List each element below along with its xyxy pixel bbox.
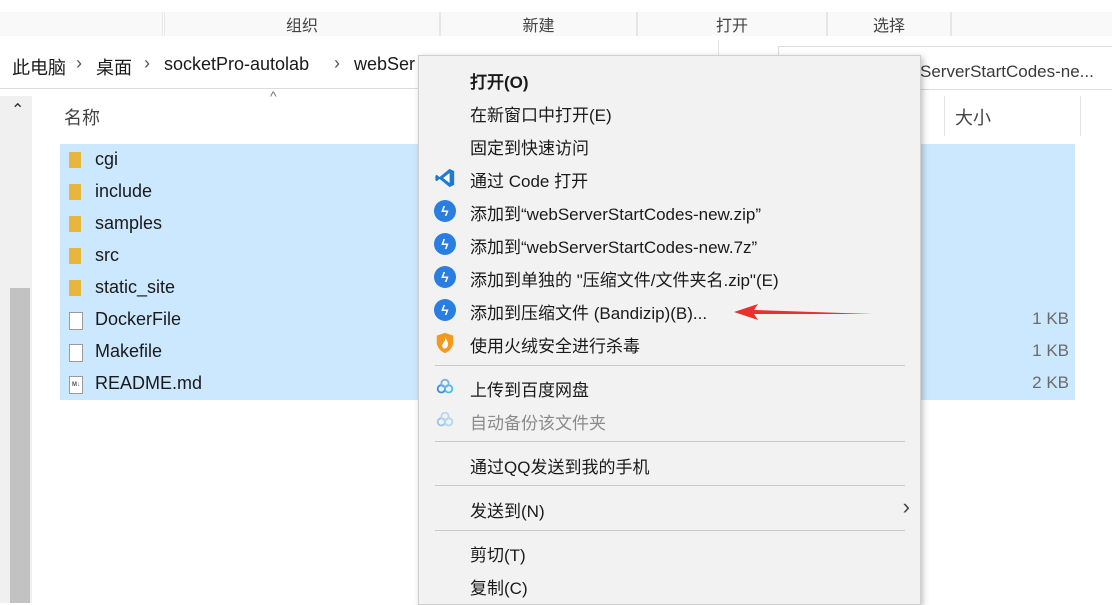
scroll-up-icon[interactable]: ⌃ [11, 100, 24, 120]
ribbon-group-open[interactable]: 打开 [637, 12, 827, 36]
breadcrumb-separator[interactable]: › [144, 53, 150, 74]
folder-icon [69, 152, 81, 168]
menu-separator [435, 485, 905, 486]
markdown-file-icon: M↓ [69, 376, 83, 394]
breadcrumb-separator[interactable]: › [334, 53, 340, 74]
menu-item-huorong-scan[interactable]: 使用火绒安全进行杀毒 [419, 326, 920, 359]
vscode-icon [435, 168, 455, 188]
bandizip-icon: ϟ [434, 266, 456, 288]
file-name: samples [95, 213, 163, 233]
menu-separator [435, 530, 905, 531]
file-name: README.md [95, 373, 203, 393]
menu-item-label: 通过 Code 打开 [470, 172, 589, 191]
menu-item-label: 自动备份该文件夹 [470, 414, 606, 433]
menu-item-label: 添加到“webServerStartCodes-new.zip” [470, 205, 761, 224]
menu-item-send-qq[interactable]: 通过QQ发送到我的手机 [419, 447, 920, 480]
menu-item-copy[interactable]: 复制(C) [419, 568, 920, 601]
menu-item-label: 固定到快速访问 [470, 139, 589, 158]
folder-icon [69, 280, 81, 296]
file-name: static_site [95, 277, 176, 297]
menu-item-label: 打开(O) [470, 73, 529, 92]
ribbon-blank [0, 12, 163, 36]
nav-pane-scrollbar[interactable]: ⌃ [0, 96, 32, 603]
menu-separator [435, 365, 905, 366]
menu-item-add-7z[interactable]: ϟ 添加到“webServerStartCodes-new.7z” [419, 227, 920, 260]
ribbon-open-label: 打开 [715, 18, 748, 35]
menu-item-send-to[interactable]: 发送到(N) › [419, 491, 920, 524]
huorong-shield-icon [436, 332, 454, 354]
file-name: src [95, 245, 119, 265]
ribbon: 组织 新建 打开 选择 [0, 0, 1112, 36]
column-divider[interactable] [944, 96, 945, 136]
search-text: ServerStartCodes-ne... [920, 62, 1094, 81]
menu-item-label: 添加到压缩文件 (Bandizip)(B)... [470, 304, 708, 323]
menu-item-label: 添加到“webServerStartCodes-new.7z” [470, 238, 758, 257]
baidu-netdisk-icon [436, 411, 454, 427]
sort-ascending-icon: ^ [270, 88, 277, 104]
menu-item-label: 上传到百度网盘 [470, 381, 589, 400]
file-icon [69, 344, 83, 362]
column-divider[interactable] [1080, 96, 1081, 136]
ribbon-organize-label: 组织 [285, 18, 318, 35]
column-header-name[interactable]: 名称 [64, 104, 100, 130]
folder-icon [69, 216, 81, 232]
file-name: Makefile [95, 341, 163, 361]
bandizip-icon: ϟ [434, 299, 456, 321]
menu-item-label: 添加到单独的 "压缩文件/文件夹名.zip"(E) [470, 271, 779, 290]
file-name: include [95, 181, 153, 201]
breadcrumb-webserver[interactable]: webSer [354, 54, 415, 75]
ribbon-group-select[interactable]: 选择 [827, 12, 951, 36]
menu-item-label: 在新窗口中打开(E) [470, 106, 612, 125]
file-size: 2 KB [1032, 373, 1069, 392]
menu-item-open[interactable]: 打开(O) [419, 62, 920, 95]
menu-item-auto-backup: 自动备份该文件夹 [419, 403, 920, 436]
file-size: 1 KB [1032, 309, 1069, 328]
baidu-netdisk-icon [436, 378, 454, 394]
file-size: 1 KB [1032, 341, 1069, 360]
folder-icon [69, 184, 81, 200]
menu-item-pin-quick-access[interactable]: 固定到快速访问 [419, 128, 920, 161]
menu-item-label: 发送到(N) [470, 502, 545, 521]
ribbon-group-new[interactable]: 新建 [440, 12, 637, 36]
menu-item-label: 通过QQ发送到我的手机 [470, 458, 650, 477]
menu-separator [435, 441, 905, 442]
column-header-size[interactable]: 大小 [955, 104, 991, 130]
chevron-right-icon: › [902, 494, 910, 519]
breadcrumb-socketpro[interactable]: socketPro-autolab [164, 54, 309, 75]
breadcrumb-separator[interactable]: › [76, 53, 82, 74]
menu-item-open-new-window[interactable]: 在新窗口中打开(E) [419, 95, 920, 128]
menu-item-cut[interactable]: 剪切(T) [419, 535, 920, 568]
context-menu: 打开(O) 在新窗口中打开(E) 固定到快速访问 通过 Code 打开 ϟ 添加… [418, 55, 921, 605]
annotation-arrow [734, 304, 872, 320]
file-name: DockerFile [95, 309, 182, 329]
menu-item-add-separate[interactable]: ϟ 添加到单独的 "压缩文件/文件夹名.zip"(E) [419, 260, 920, 293]
breadcrumb-desktop[interactable]: 桌面 [96, 54, 132, 80]
ribbon-rest [951, 12, 1112, 36]
ribbon-group-organize[interactable]: 组织 [164, 12, 440, 36]
bandizip-icon: ϟ [434, 233, 456, 255]
file-icon [69, 312, 83, 330]
breadcrumb-this-pc[interactable]: 此电脑 [12, 54, 66, 80]
ribbon-new-label: 新建 [522, 18, 555, 35]
bandizip-icon: ϟ [434, 200, 456, 222]
menu-item-upload-baidu[interactable]: 上传到百度网盘 [419, 370, 920, 403]
ribbon-select-label: 选择 [872, 18, 905, 35]
scrollbar-thumb[interactable] [10, 288, 30, 603]
file-name: cgi [95, 149, 119, 169]
menu-item-add-zip[interactable]: ϟ 添加到“webServerStartCodes-new.zip” [419, 194, 920, 227]
menu-item-label: 剪切(T) [470, 546, 526, 565]
menu-item-label: 使用火绒安全进行杀毒 [470, 337, 640, 356]
folder-icon [69, 248, 81, 264]
menu-item-open-with-code[interactable]: 通过 Code 打开 [419, 161, 920, 194]
menu-item-label: 复制(C) [470, 579, 528, 598]
